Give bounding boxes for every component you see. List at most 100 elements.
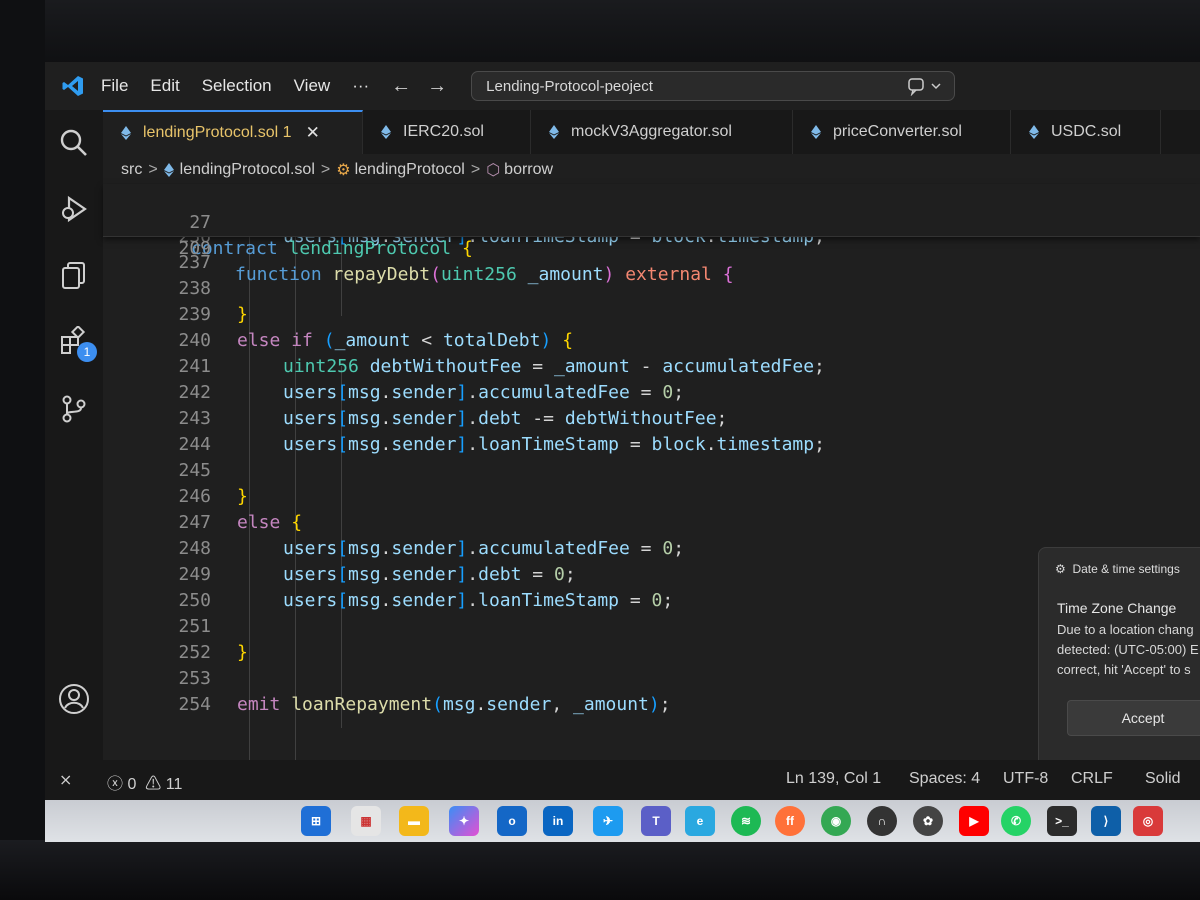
line-number: 254 [178,694,211,715]
tab-ierc20[interactable]: IERC20.sol [363,110,531,154]
indentation[interactable]: Spaces: 4 [909,770,980,788]
indent-guide [295,236,296,760]
sticky-scroll-header: 27 contract lendingProtocol { 209 functi… [103,184,1200,285]
menu-view[interactable]: View [294,76,331,96]
file-explorer-icon[interactable]: ▬ [399,806,429,836]
teams-icon[interactable]: T [641,806,671,836]
timezone-notification: ⚙ Date & time settings Time Zone Change … [1038,547,1200,769]
remote-icon[interactable]: ⨯ [59,770,72,790]
line-number: 246 [178,486,211,507]
solidity-file-icon [121,126,131,140]
code-text: users[msg.sender].accumulatedFee = 0; [283,538,685,559]
solidity-file-icon [381,125,391,139]
whatsapp-icon[interactable]: ✆ [1001,806,1031,836]
sticky-line[interactable]: 27 contract lendingProtocol { [103,184,472,259]
tab-label: IERC20.sol [403,123,484,140]
youtube-icon[interactable]: ▶ [959,806,989,836]
edge-browser-icon[interactable]: e [685,806,715,836]
line-number: 253 [178,668,211,689]
search-icon[interactable] [57,126,91,160]
extensions-icon[interactable]: 1 [57,324,97,362]
command-center-search[interactable]: Lending-Protocol-peoject [471,71,956,101]
gear-icon: ⚙ [1055,562,1066,576]
vscode-logo-icon[interactable] [45,74,101,98]
code-text: uint256 debtWithoutFee = _amount - accum… [283,356,825,377]
outlook-icon[interactable]: o [497,806,527,836]
accept-button[interactable]: Accept [1067,700,1200,736]
linkedin-icon[interactable]: in [543,806,573,836]
tab-priceconverter[interactable]: priceConverter.sol [793,110,1011,154]
explorer-files-icon[interactable] [57,258,91,292]
line-number: 247 [178,512,211,533]
forward-arrow-icon[interactable]: → [427,75,447,98]
title-bar: File Edit Selection View ··· ← → Lending… [45,62,1200,110]
line-number: 248 [178,538,211,559]
code-text: users[msg.sender].debt = 0; [283,564,576,585]
run-debug-icon[interactable] [57,192,91,226]
problems-indicator[interactable]: ⓧ 0 ⚠ 11 [107,770,182,794]
chatgpt-icon[interactable]: ✿ [913,806,943,836]
line-number: 240 [178,330,211,351]
app-taskbar-icon[interactable]: ◎ [1133,806,1163,836]
line-number: 245 [178,460,211,481]
menu-selection[interactable]: Selection [202,76,272,96]
account-icon[interactable] [57,682,91,716]
chevron-right-icon: > [320,161,331,178]
line-number: 252 [178,642,211,663]
vscode-taskbar-icon[interactable]: ⟩ [1091,806,1121,836]
warning-icon: ⚠ [145,776,162,793]
chrome-icon[interactable]: ◉ [821,806,851,836]
chevron-right-icon: > [470,161,481,178]
code-text: users[msg.sender].loanTimeStamp = 0; [283,590,674,611]
breadcrumb-contract[interactable]: lendingProtocol [355,161,465,179]
menu-file[interactable]: File [101,76,128,96]
line-number: 209 [178,238,211,259]
code-text: } [237,486,248,507]
encoding[interactable]: UTF-8 [1003,770,1048,788]
search-text: Lending-Protocol-peoject [486,77,653,95]
breadcrumb-file[interactable]: lendingProtocol.sol [180,161,315,179]
copilot-app-icon[interactable]: ✦ [449,806,479,836]
tab-label: USDC.sol [1051,123,1122,140]
cursor-position[interactable]: Ln 139, Col 1 [786,770,881,788]
twitter-icon[interactable]: ✈ [593,806,623,836]
code-text: users[msg.sender].loanTimeStamp = block.… [283,434,825,455]
notification-source-label: Date & time settings [1072,562,1180,576]
tab-usdc[interactable]: USDC.sol [1011,110,1161,154]
code-text: else if (_amount < totalDebt) { [237,330,574,351]
editor-tab-bar: lendingProtocol.sol 1 ✕ IERC20.sol mockV… [103,110,1200,154]
tab-problem-count: 1 [282,124,292,141]
terminal-icon[interactable]: >_ [1047,806,1077,836]
headset-app-icon[interactable]: ∩ [867,806,897,836]
line-number: 242 [178,382,211,403]
language-mode[interactable]: Solid [1145,770,1181,788]
windows-start-icon[interactable]: ⊞ [301,806,331,836]
firefox-icon[interactable]: ff [775,806,805,836]
windows-taskbar: ⊞ ▦ ▬ ✦ o in ✈ T e ≋ ff ◉ ∩ ✿ ▶ ✆ >_ ⟩ ◎ [45,800,1200,842]
close-icon[interactable]: ✕ [306,123,320,143]
breadcrumb-function[interactable]: borrow [504,161,553,179]
back-arrow-icon[interactable]: ← [391,75,411,98]
tab-lendingprotocol[interactable]: lendingProtocol.sol 1 ✕ [103,110,363,154]
notification-source: ⚙ Date & time settings [1055,562,1180,576]
solidity-file-icon [1029,125,1039,139]
breadcrumb-folder[interactable]: src [121,161,142,179]
tab-mockv3aggregator[interactable]: mockV3Aggregator.sol [531,110,793,154]
code-editor[interactable]: 236users[msg.sender].loanTimeStamp = blo… [103,184,1200,760]
menu-edit[interactable]: Edit [150,76,179,96]
spotify-icon[interactable]: ≋ [731,806,761,836]
line-ending[interactable]: CRLF [1071,770,1113,788]
status-bar: ⨯ ⓧ 0 ⚠ 11 Ln 139, Col 1 Spaces: 4 UTF-8… [45,760,1200,800]
code-text: emit loanRepayment(msg.sender, _amount); [237,694,671,715]
copilot-icon[interactable] [908,76,942,99]
menu-more[interactable]: ··· [352,76,369,96]
line-number: 244 [178,434,211,455]
microsoft-store-icon[interactable]: ▦ [351,806,381,836]
sticky-line[interactable]: 209 function repayDebt(uint256 _amount) … [103,210,733,285]
code-text: function repayDebt(uint256 _amount) exte… [235,264,734,285]
source-control-icon[interactable] [57,392,91,426]
solidity-file-icon [811,125,821,139]
code-text: users[msg.sender].debt -= debtWithoutFee… [283,408,728,429]
line-number: 243 [178,408,211,429]
symbol-class-icon: ⚙ [336,162,351,179]
